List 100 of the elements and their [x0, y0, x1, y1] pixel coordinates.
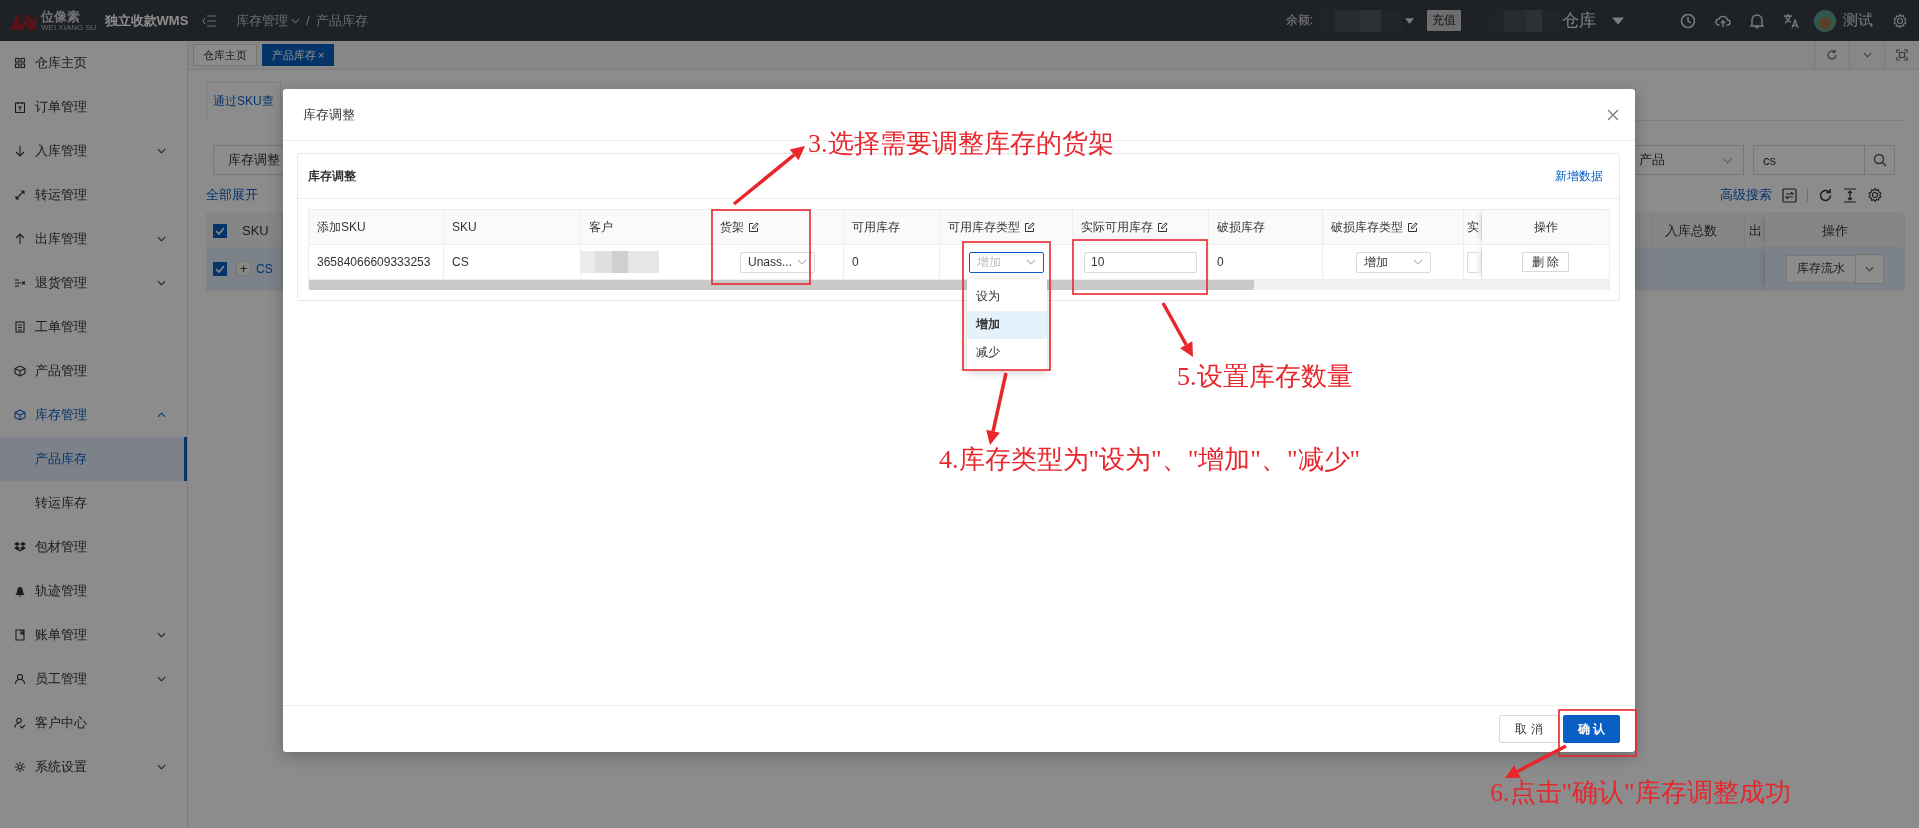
down-arrow-icon	[14, 145, 26, 157]
annotation-text: 3.选择需要调整库存的货架	[808, 130, 1114, 159]
expand-all-link[interactable]: 全部展开	[206, 186, 258, 204]
cube-icon	[14, 365, 26, 377]
table-cell: CS	[452, 255, 469, 269]
settings-icon[interactable]	[1867, 187, 1883, 203]
sidebar-item[interactable]: 系统设置	[0, 745, 187, 789]
cube-icon	[14, 409, 26, 421]
refresh-icon[interactable]	[1826, 49, 1838, 61]
column-header: 可用库存类型	[948, 218, 1020, 236]
confirm-button[interactable]: 确 认	[1562, 715, 1620, 743]
sidebar-item[interactable]: 订单管理	[0, 85, 187, 129]
bell-icon	[14, 585, 26, 597]
sidebar-item[interactable]: 产品管理	[0, 349, 187, 393]
checkbox[interactable]	[213, 261, 227, 276]
fullscreen-icon[interactable]	[1896, 49, 1908, 61]
close-icon[interactable]	[1607, 108, 1619, 121]
input-field[interactable]	[1467, 251, 1479, 273]
dropdown-option[interactable]: 设为	[966, 282, 1047, 311]
app-name: 独立收款WMS	[104, 11, 189, 30]
sidebar-item[interactable]: 退货管理	[0, 261, 187, 305]
search-field[interactable]: cs	[1753, 145, 1895, 175]
person-icon	[14, 673, 26, 685]
check-icon	[215, 264, 225, 273]
input-field[interactable]: 10	[1084, 251, 1197, 273]
add-data-link[interactable]: 新增数据	[1555, 167, 1603, 185]
clipboard-icon	[14, 101, 26, 113]
warehouse-selector[interactable]: 仓库	[1562, 9, 1596, 32]
refresh-icon[interactable]	[1818, 187, 1833, 203]
chevron-down-icon	[1722, 156, 1733, 164]
diagonal-arrow-icon	[14, 189, 26, 201]
dropdown-option[interactable]: 减少	[966, 338, 1047, 367]
sku-link[interactable]: CS	[256, 261, 273, 276]
sidebar-item[interactable]: 库存管理	[0, 393, 187, 437]
chevron-down-icon[interactable]	[1862, 52, 1872, 58]
column-header: 添加SKU	[317, 218, 366, 236]
breadcrumb-link[interactable]: 库存管理	[236, 11, 288, 30]
column-header: 入库总数	[1665, 221, 1717, 240]
caret-down-icon[interactable]	[1405, 17, 1414, 24]
check-icon	[215, 226, 225, 235]
annotation-arrow	[1161, 302, 1193, 357]
sidebar-item[interactable]: 包材管理	[0, 525, 187, 569]
annotation-text: 5.设置库存数量	[1177, 363, 1353, 392]
avatar-icon[interactable]	[1814, 9, 1836, 32]
chevron-down-icon	[1864, 265, 1874, 272]
tab[interactable]: 仓库主页	[193, 44, 257, 66]
column-height-icon[interactable]	[1843, 187, 1857, 203]
sidebar-item[interactable]: 工单管理	[0, 305, 187, 349]
up-arrow-icon	[14, 233, 26, 245]
column-header: 操作	[1533, 218, 1558, 236]
sidebar-item[interactable]: 轨迹管理	[0, 569, 187, 613]
annotation-text: 4.库存类型为"设为"、"增加"、"减少"	[939, 446, 1361, 475]
chevron-down-icon	[1412, 259, 1423, 265]
recharge-button[interactable]: 充值	[1427, 10, 1461, 31]
sidebar-item[interactable]: 员工管理	[0, 657, 187, 701]
column-header: 破损库存	[1217, 218, 1265, 236]
stock-flow-button[interactable]: 库存流水	[1785, 254, 1856, 283]
dialog-title: 库存调整	[303, 105, 355, 124]
column-header: 实	[1467, 218, 1479, 236]
sidebar-item[interactable]: 入库管理	[0, 129, 187, 173]
gear-icon	[14, 761, 26, 773]
dropdown-option[interactable]: 增加	[966, 310, 1047, 339]
document-icon	[14, 321, 26, 333]
sidebar-item[interactable]: 出库管理	[0, 217, 187, 261]
menu-fold-icon[interactable]	[202, 14, 216, 27]
table-cell: 0	[852, 255, 859, 269]
expand-button[interactable]: +	[236, 261, 251, 276]
sidebar-subitem[interactable]: 产品库存	[0, 437, 187, 481]
sidebar-subitem[interactable]: 转运库存	[0, 481, 187, 525]
sidebar-item[interactable]: 仓库主页	[0, 41, 187, 85]
history-icon[interactable]	[1680, 12, 1696, 29]
balance-label: 余额:	[1285, 12, 1313, 29]
checkbox[interactable]	[213, 223, 227, 238]
advanced-search-link[interactable]: 高级搜索	[1720, 186, 1772, 204]
select-field[interactable]: 增加	[1355, 251, 1431, 273]
swap-icon[interactable]	[1782, 187, 1797, 203]
tab[interactable]: 产品库存 ×	[262, 44, 335, 66]
column-header: SKU	[452, 220, 477, 234]
column-header: 可用库存	[852, 218, 900, 236]
bell-icon[interactable]	[1750, 12, 1764, 29]
annotation-text: 6.点击"确认"库存调整成功	[1490, 779, 1791, 808]
annotation-arrow	[1505, 744, 1567, 778]
select-field[interactable]: Unass...	[740, 251, 815, 273]
cancel-button[interactable]: 取 消	[1499, 715, 1559, 743]
sidebar-item[interactable]: 客户中心	[0, 701, 187, 745]
sidebar-item[interactable]: 账单管理	[0, 613, 187, 657]
view-tab[interactable]: 通过SKU查	[206, 82, 281, 121]
delete-button[interactable]: 删 除	[1521, 252, 1570, 272]
breadcrumb-separator: /	[306, 13, 310, 28]
column-header: 实际可用库存	[1081, 218, 1153, 236]
search-icon	[1872, 153, 1887, 167]
table-cell: 0	[1217, 255, 1224, 269]
card-title: 库存调整	[308, 167, 356, 185]
book-icon	[14, 629, 26, 641]
caret-down-icon[interactable]	[1612, 16, 1624, 25]
user-name[interactable]: 测试	[1843, 11, 1873, 30]
chevron-down-icon	[291, 17, 300, 24]
sidebar-item[interactable]: 转运管理	[0, 173, 187, 217]
translate-icon[interactable]	[1783, 12, 1799, 29]
logo-text: 位像素	[41, 9, 80, 23]
